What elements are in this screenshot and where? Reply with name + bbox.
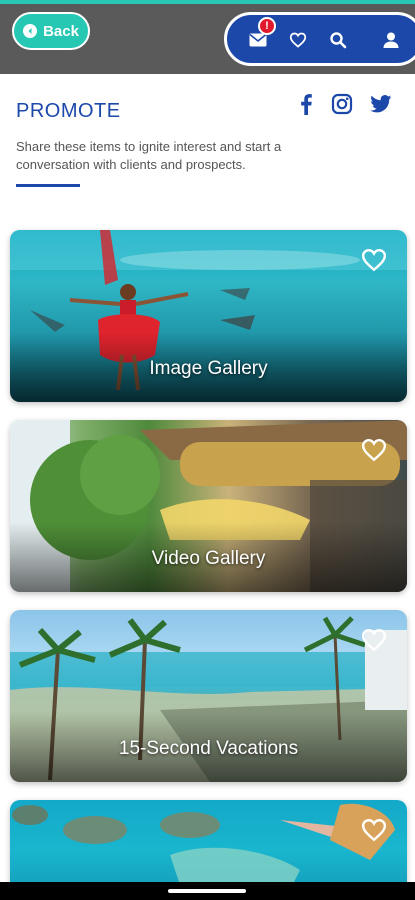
twitter-icon[interactable] (369, 92, 393, 116)
app-header: Back (0, 4, 415, 74)
home-indicator[interactable] (168, 889, 246, 893)
notification-badge: ! (258, 17, 276, 35)
app-screen: Back ! PROMOTE Share these items to igni… (0, 0, 415, 900)
back-button[interactable]: Back (12, 12, 90, 50)
fifteen-second-vacations-card[interactable]: 15-Second Vacations (10, 610, 407, 782)
facebook-icon[interactable] (294, 92, 318, 116)
promote-description: Share these items to ignite interest and… (16, 139, 282, 172)
heart-icon[interactable] (287, 29, 309, 51)
instagram-icon[interactable] (330, 92, 354, 116)
heart-outline-icon[interactable] (361, 248, 387, 272)
heart-outline-icon[interactable] (361, 438, 387, 462)
user-icon[interactable] (380, 29, 402, 51)
header-actions-pill (224, 12, 415, 66)
heart-outline-icon[interactable] (361, 818, 387, 842)
page-title: PROMOTE (16, 100, 121, 122)
image-gallery-card[interactable]: Image Gallery (10, 230, 407, 402)
search-icon[interactable] (327, 29, 349, 51)
card-title: Image Gallery (149, 358, 268, 379)
chevron-left-icon (23, 24, 38, 38)
back-label: Back (43, 22, 79, 40)
title-underline (16, 184, 80, 187)
card-title: 15-Second Vacations (118, 738, 299, 759)
video-gallery-card[interactable]: Video Gallery (10, 420, 407, 592)
heart-outline-icon[interactable] (361, 628, 387, 652)
card-title: Video Gallery (151, 548, 266, 569)
